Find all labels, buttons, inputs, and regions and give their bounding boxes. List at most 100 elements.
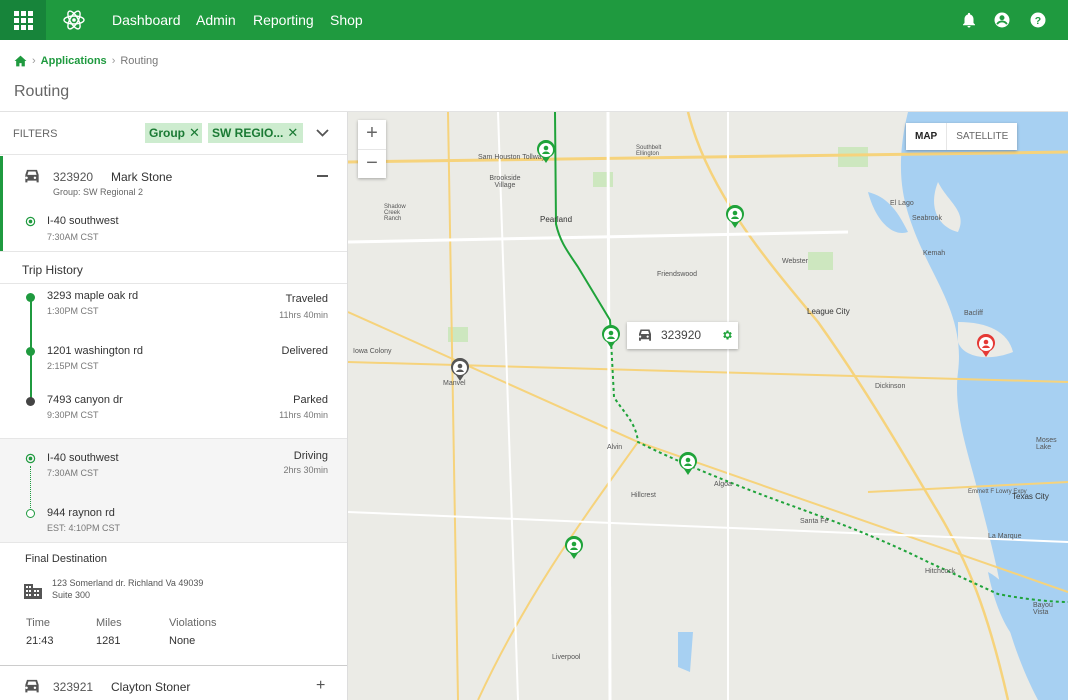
chevron-right-icon: › — [32, 55, 36, 67]
park — [808, 252, 833, 270]
breadcrumb-current: Routing — [120, 55, 159, 67]
location-target-icon — [25, 216, 36, 227]
logo-icon — [63, 10, 85, 30]
map-label: Pearland — [540, 215, 573, 224]
map-label: La Marque — [988, 533, 1022, 540]
trip-eta: EST: 4:10PM CST — [47, 523, 121, 533]
collapse-icon[interactable] — [317, 175, 328, 177]
stop-address: 3293 maple oak rd — [47, 290, 139, 302]
stat-time-label: Time — [26, 617, 51, 629]
filter-chip-region: SW REGIO... ✕ — [208, 123, 303, 143]
driver-pin-icon[interactable] — [601, 325, 621, 349]
nav-dashboard[interactable]: Dashboard — [112, 0, 181, 40]
map-label: Algoa — [714, 481, 732, 488]
road — [348, 230, 849, 244]
stat-miles-value: 1281 — [96, 635, 121, 647]
driver-name: Clayton Stoner — [111, 680, 191, 694]
trip-to: 944 raynon rd — [47, 507, 115, 519]
selected-indicator — [0, 156, 3, 251]
chevron-down-icon[interactable] — [316, 129, 329, 138]
park — [593, 172, 613, 187]
map-label: Brookside Village — [489, 175, 521, 189]
road — [606, 112, 612, 700]
vehicle-id: 323920 — [53, 170, 94, 184]
map-label: Seabrook — [912, 215, 942, 222]
grid-icon — [13, 10, 33, 30]
trip-from: I-40 southwest — [47, 452, 119, 464]
help-icon[interactable]: ? — [1029, 11, 1047, 29]
map-label: Hillcrest — [631, 492, 656, 499]
nav-admin[interactable]: Admin — [196, 0, 236, 40]
filters-label: FILTERS — [13, 128, 58, 140]
driver-pin-icon[interactable] — [536, 140, 556, 164]
filter-chip-label: SW REGIO... — [212, 126, 284, 140]
map-canvas — [348, 112, 1068, 700]
stat-violations-label: Violations — [169, 617, 217, 629]
map-type-satellite[interactable]: SATELLITE — [946, 123, 1017, 150]
highway — [447, 112, 459, 700]
map-label: Santa Fe — [800, 518, 829, 525]
divider — [0, 283, 347, 284]
account-icon[interactable] — [993, 11, 1011, 29]
stop-status: Parked — [293, 394, 328, 406]
breadcrumb: › Applications › Routing — [14, 53, 158, 69]
map-label: League City — [807, 307, 850, 316]
map-label: Alvin — [607, 444, 623, 451]
timeline-dot — [26, 293, 35, 302]
destination-suite: Suite 300 — [52, 590, 91, 600]
close-icon[interactable]: ✕ — [189, 125, 200, 140]
map-label: Emmett F Lowry Expy — [968, 489, 1027, 495]
map-label: Bacliff — [964, 310, 983, 317]
car-icon — [639, 329, 651, 341]
driver-pin-icon[interactable] — [450, 358, 470, 382]
filter-chip-group: Group ✕ — [145, 123, 202, 143]
stop-duration: 11hrs 40min — [279, 310, 328, 320]
stop-status: Traveled — [285, 293, 328, 305]
driver-pin-icon[interactable] — [725, 205, 745, 229]
park — [838, 147, 868, 167]
bell-icon[interactable] — [960, 11, 978, 29]
nav-shop[interactable]: Shop — [330, 0, 363, 40]
zoom-control: + − — [358, 120, 386, 178]
apps-menu-button[interactable] — [0, 0, 46, 40]
stop-time: 2:15PM CST — [47, 361, 99, 371]
nav-reporting[interactable]: Reporting — [253, 0, 314, 40]
map-label: Webster — [782, 258, 808, 265]
driver-pin-icon[interactable] — [564, 536, 584, 560]
map[interactable]: Sam Houston Tollway Brookside Village Pe… — [348, 112, 1068, 700]
trip-from-time: 7:30AM CST — [47, 468, 99, 478]
close-icon[interactable]: ✕ — [287, 125, 298, 140]
page-title: Routing — [14, 83, 70, 100]
divider — [0, 251, 347, 252]
map-label: Moses Lake — [1036, 437, 1057, 451]
driver-pin-icon[interactable] — [678, 452, 698, 476]
final-destination-title: Final Destination — [25, 553, 107, 565]
zoom-out-button[interactable]: − — [358, 150, 386, 179]
gear-icon[interactable] — [721, 329, 733, 341]
zoom-in-button[interactable]: + — [358, 120, 386, 150]
expand-icon[interactable]: + — [316, 678, 325, 694]
tooltip-vehicle-id: 323920 — [661, 328, 702, 342]
lake — [678, 632, 693, 672]
home-icon[interactable] — [14, 55, 27, 67]
map-type-map[interactable]: MAP — [906, 123, 946, 150]
building-icon — [24, 584, 42, 599]
car-icon — [25, 169, 39, 183]
stop-time: 1:30PM CST — [47, 306, 99, 316]
driver-name: Mark Stone — [111, 170, 173, 184]
vehicle-id: 323921 — [53, 680, 94, 694]
timeline-dot — [26, 347, 35, 356]
map-label: El Lago — [890, 200, 914, 207]
stat-miles-label: Miles — [96, 617, 122, 629]
map-label: Liverpool — [552, 654, 581, 661]
vehicle-tooltip[interactable]: 323920 — [627, 322, 738, 349]
divider — [0, 154, 347, 155]
stat-violations-value: None — [169, 635, 196, 647]
svg-text:?: ? — [1035, 15, 1041, 27]
breadcrumb-applications[interactable]: Applications — [41, 55, 107, 67]
filter-chip-label: Group — [149, 126, 185, 140]
trip-duration: 2hrs 30min — [283, 465, 328, 475]
car-icon — [25, 679, 39, 693]
stop-duration: 11hrs 40min — [279, 410, 328, 420]
alert-pin-icon[interactable] — [976, 334, 996, 358]
